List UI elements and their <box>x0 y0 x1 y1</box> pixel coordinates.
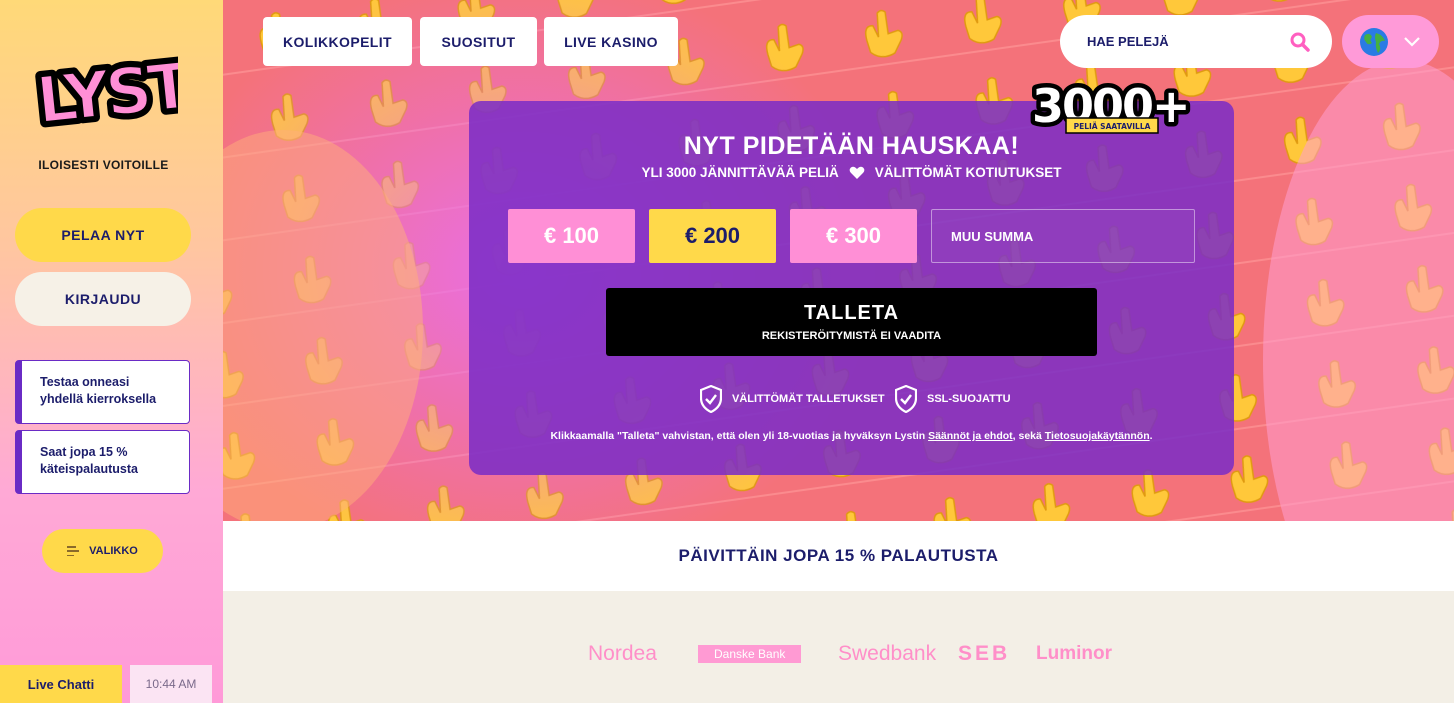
menu-button[interactable]: VALIKKO <box>42 529 163 573</box>
deposit-title: NYT PIDETÄÄN HAUSKAA! <box>683 132 1020 160</box>
live-chat-button[interactable]: Live Chatti <box>0 665 122 703</box>
amount-300-button[interactable]: € 300 <box>790 209 917 263</box>
bank-logo-luminor: Luminor <box>1036 643 1112 664</box>
subtitle-games: YLI 3000 JÄNNITTÄVÄÄ PELIÄ <box>641 165 839 180</box>
bank-logo-seb: SEB <box>958 642 1011 665</box>
feature-label: SSL-SUOJATTU <box>927 393 1011 405</box>
tab-live-casino[interactable]: LIVE KASINO <box>544 17 678 66</box>
privacy-link[interactable]: Tietosuojakäytännön <box>1045 430 1150 442</box>
deposit-button-label: TALLETA <box>803 302 900 324</box>
bank-logo-swedbank: Swedbank <box>838 642 937 665</box>
promo-line: Saat jopa 15 % <box>40 445 128 459</box>
hero: KOLIKKOPELIT SUOSITUT LIVE KASINO NYT PI… <box>223 0 1454 521</box>
globe-icon <box>1360 27 1388 56</box>
play-now-button[interactable]: PELAA NYT <box>15 208 191 262</box>
clock: 10:44 AM <box>130 665 212 703</box>
badge-graphic: 3000+ 3000+ PELIÄ SAATAVILLA <box>1028 75 1196 138</box>
cashback-banner[interactable]: PÄIVITTÄIN JOPA 15 % PALAUTUSTA <box>223 521 1454 591</box>
search-input[interactable] <box>1087 34 1290 49</box>
search-bar[interactable] <box>1060 15 1332 68</box>
deposit-subtitle: YLI 3000 JÄNNITTÄVÄÄ PELIÄ VÄLITTÖMÄT KO… <box>469 165 1234 180</box>
deposit-button-sub: REKISTERÖITYMISTÄ EI VAADITA <box>761 330 942 342</box>
bank-logo-nordea: Nordea <box>588 642 657 665</box>
shield-check-icon <box>700 385 722 413</box>
feature-instant-deposits: VÄLITTÖMÄT TALLETUKSET <box>700 385 885 413</box>
tab-popular[interactable]: SUOSITUT <box>420 17 537 66</box>
amount-100-button[interactable]: € 100 <box>508 209 635 263</box>
legal-post: . <box>1149 430 1153 442</box>
feature-label: VÄLITTÖMÄT TALLETUKSET <box>732 393 885 405</box>
bank-logos: Nordea Danske Bank Swedbank SEB Luminor <box>223 591 1454 703</box>
chevron-down-icon <box>1404 36 1420 47</box>
feature-ssl: SSL-SUOJATTU <box>895 385 1011 413</box>
legal-text: Klikkaamalla "Talleta" vahvistan, että o… <box>469 430 1234 442</box>
deposit-card: NYT PIDETÄÄN HAUSKAA! YLI 3000 JÄNNITTÄV… <box>469 101 1234 475</box>
lysti-logo[interactable]: LYSTI LYSTI <box>30 38 178 136</box>
bank-logo-danske: Danske Bank <box>698 645 802 663</box>
promo-card-spin[interactable]: Testaa onneasi yhdellä kierroksella <box>15 360 190 424</box>
heart-icon <box>849 166 865 179</box>
shield-check-icon <box>895 385 917 413</box>
svg-text:LYSTI: LYSTI <box>33 47 178 136</box>
menu-label: VALIKKO <box>89 545 138 557</box>
legal-mid: , sekä <box>1012 430 1045 442</box>
games-count-badge: 3000+ 3000+ PELIÄ SAATAVILLA <box>1028 75 1200 138</box>
login-button[interactable]: KIRJAUDU <box>15 272 191 326</box>
terms-link[interactable]: Säännöt ja ehdot <box>928 430 1013 442</box>
deposit-button[interactable]: TALLETA REKISTERÖITYMISTÄ EI VAADITA <box>606 288 1097 356</box>
sidebar: LYSTI LYSTI ILOISESTI VOITOILLE PELAA NY… <box>0 0 223 703</box>
menu-icon <box>67 546 80 556</box>
search-icon[interactable] <box>1290 32 1310 52</box>
tab-slots[interactable]: KOLIKKOPELIT <box>263 17 412 66</box>
promo-line: käteispalautusta <box>40 462 138 476</box>
legal-pre: Klikkaamalla "Talleta" vahvistan, että o… <box>550 430 929 442</box>
promo-line: yhdellä kierroksella <box>40 392 157 406</box>
promo-card-cashback[interactable]: Saat jopa 15 % käteispalautusta <box>15 430 190 494</box>
amount-200-button[interactable]: € 200 <box>649 209 776 263</box>
custom-amount-input[interactable] <box>931 209 1195 263</box>
language-selector[interactable] <box>1342 15 1439 68</box>
promo-line: Testaa onneasi <box>40 375 130 389</box>
tagline: ILOISESTI VOITOILLE <box>38 158 169 172</box>
subtitle-withdrawals: VÄLITTÖMÄT KOTIUTUKSET <box>874 165 1062 180</box>
badge-caption: PELIÄ SAATAVILLA <box>1074 122 1151 131</box>
